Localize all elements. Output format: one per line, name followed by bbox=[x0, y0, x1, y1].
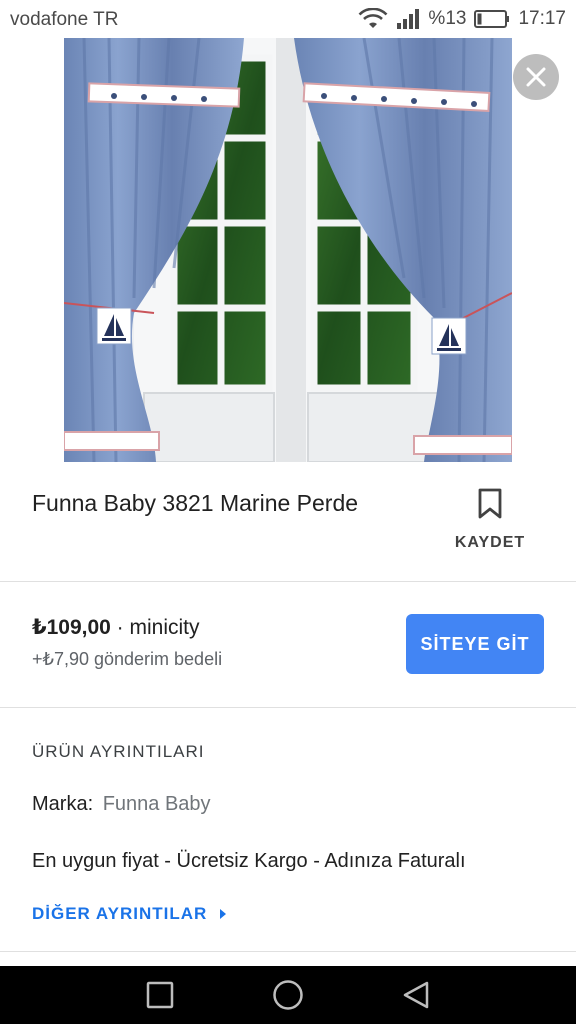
signal-icon bbox=[396, 8, 420, 30]
battery-icon bbox=[474, 9, 510, 29]
shipping-cost: +₺7,90 gönderim bedeli bbox=[32, 649, 223, 669]
square-icon bbox=[146, 981, 174, 1009]
visit-site-button[interactable]: SİTEYE GİT bbox=[406, 614, 544, 674]
clock: 17:17 bbox=[518, 8, 566, 29]
carrier-name: vodafone TR bbox=[10, 9, 119, 30]
back-button[interactable] bbox=[396, 978, 436, 1012]
status-bar: vodafone TR %13 17:17 bbox=[0, 0, 576, 38]
circle-icon bbox=[273, 980, 303, 1010]
navigation-bar bbox=[0, 966, 576, 1024]
image-area bbox=[0, 38, 576, 462]
price: ₺109,00 bbox=[32, 616, 111, 639]
brand-label: Marka: bbox=[32, 793, 94, 815]
save-button[interactable]: KAYDET bbox=[440, 488, 540, 558]
close-button[interactable] bbox=[513, 54, 559, 100]
save-label: KAYDET bbox=[454, 534, 526, 551]
more-details-link[interactable]: DİĞER AYRINTILAR bbox=[32, 904, 227, 924]
product-details: ÜRÜN AYRINTILARI Marka: Funna Baby En uy… bbox=[0, 708, 576, 952]
home-button[interactable] bbox=[268, 978, 308, 1012]
back-triangle-icon bbox=[403, 981, 429, 1009]
product-title: Funna Baby 3821 Marine Perde bbox=[32, 490, 359, 516]
price-separator: · bbox=[110, 616, 130, 639]
brand-value: Funna Baby bbox=[102, 793, 211, 815]
more-details-label: DİĞER AYRINTILAR bbox=[32, 904, 208, 923]
offer-section: ₺109,00 · minicity +₺7,90 gönderim bedel… bbox=[0, 582, 576, 708]
product-header: Funna Baby 3821 Marine Perde KAYDET bbox=[0, 462, 576, 582]
close-icon bbox=[526, 67, 546, 87]
chevron-right-icon bbox=[220, 909, 227, 919]
battery-percent: %13 bbox=[428, 8, 467, 29]
recent-apps-button[interactable] bbox=[140, 978, 180, 1012]
product-description: En uygun fiyat - Ücretsiz Kargo - Adınız… bbox=[32, 850, 466, 872]
merchant-name: minicity bbox=[129, 616, 200, 639]
price-line: ₺109,00 · minicity bbox=[32, 615, 200, 640]
wifi-icon bbox=[358, 8, 388, 30]
details-heading: ÜRÜN AYRINTILARI bbox=[32, 742, 205, 761]
brand-row: Marka: Funna Baby bbox=[32, 793, 211, 816]
product-image[interactable] bbox=[64, 38, 512, 462]
status-icons: %13 17:17 bbox=[358, 7, 566, 31]
bookmark-icon bbox=[478, 488, 502, 519]
